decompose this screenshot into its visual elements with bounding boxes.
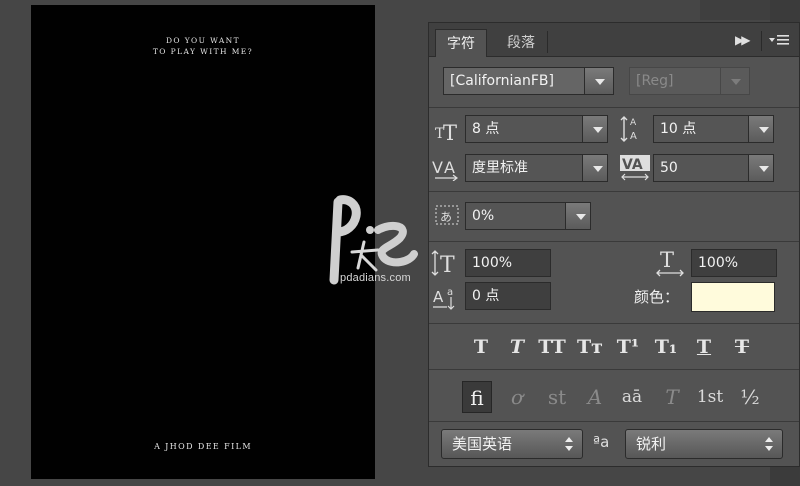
small-caps-button[interactable]: Tт: [573, 332, 607, 362]
toolbar-divider: [761, 31, 762, 51]
tab-paragraph[interactable]: 段落: [495, 29, 547, 57]
double-chevron-right-icon[interactable]: ▶▶: [735, 33, 751, 47]
section-divider: [429, 323, 799, 324]
faux-bold-button[interactable]: T: [464, 332, 498, 362]
poster-footer: A JHOD DEE FILM: [154, 442, 252, 451]
poster-title-line-2: TO PLAY WITH ME?: [152, 47, 254, 56]
updown-arrows-icon: [765, 437, 774, 452]
antialias-select-value: 锐利: [636, 435, 667, 453]
font-size-dropdown-button[interactable]: [582, 115, 608, 143]
svg-text:a: a: [447, 287, 453, 298]
svg-text:あ: あ: [440, 210, 452, 224]
character-panel: 字符 段落 ▶▶ [CalifornianFB] [Reg] T T 8 点 A…: [428, 22, 800, 467]
ordinals-button[interactable]: 1st: [695, 381, 725, 413]
horizontal-scale-icon: T: [656, 248, 684, 277]
stylistic-alternates-button[interactable]: aā: [617, 381, 647, 413]
horizontal-scale-input[interactable]: 100%: [691, 249, 777, 277]
tsume-input[interactable]: 0%: [465, 202, 571, 230]
section-divider: [429, 421, 799, 422]
svg-text:A: A: [444, 158, 455, 177]
tab-divider: [547, 31, 548, 53]
panel-menu-icon[interactable]: [769, 32, 791, 48]
baseline-shift-icon: A a: [433, 287, 455, 310]
superscript-button[interactable]: T¹: [611, 332, 645, 362]
subscript-button[interactable]: T₁: [649, 332, 683, 362]
svg-text:A: A: [630, 131, 637, 142]
underline-button[interactable]: T: [687, 332, 721, 362]
tracking-select[interactable]: 50: [653, 154, 749, 182]
font-family-dropdown-button[interactable]: [584, 67, 614, 95]
poster-title: DO YOU WANT TO PLAY WITH ME?: [31, 35, 375, 57]
baseline-shift-input[interactable]: 0 点: [465, 282, 551, 310]
text-color-swatch[interactable]: [691, 282, 775, 312]
svg-text:T: T: [660, 248, 674, 272]
language-select-value: 美国英语: [452, 435, 513, 453]
font-style-select[interactable]: [Reg]: [629, 67, 721, 95]
text-style-buttons: T T TT Tт T¹ T₁ T T: [459, 332, 779, 362]
fractions-button[interactable]: ½: [735, 381, 765, 413]
svg-text:VA: VA: [622, 157, 643, 173]
vertical-scale-input[interactable]: 100%: [465, 249, 551, 277]
antialias-icon: ªa: [593, 433, 610, 451]
font-family-select[interactable]: [CalifornianFB]: [443, 67, 585, 95]
standard-ligatures-button[interactable]: ﬁ: [462, 381, 492, 413]
leading-icon: A A: [620, 116, 637, 142]
color-label: 颜色：: [634, 288, 680, 306]
font-style-dropdown-button[interactable]: [720, 67, 750, 95]
leading-input[interactable]: 10 点: [653, 115, 749, 143]
contextual-alternates-button[interactable]: ơ: [502, 381, 532, 413]
language-select[interactable]: 美国英语: [441, 429, 583, 459]
swash-button[interactable]: A: [580, 381, 610, 413]
svg-text:A: A: [630, 118, 637, 128]
kerning-icon: V A: [432, 158, 458, 181]
tab-character[interactable]: 字符: [435, 29, 487, 57]
section-divider: [429, 191, 799, 192]
strikethrough-button[interactable]: T: [725, 332, 759, 362]
updown-arrows-icon: [565, 437, 574, 452]
font-size-icon: T T: [435, 121, 457, 142]
kerning-dropdown-button[interactable]: [582, 154, 608, 182]
section-divider: [429, 369, 799, 370]
section-divider: [429, 241, 799, 242]
titling-alternates-button[interactable]: T: [657, 381, 687, 413]
tracking-dropdown-button[interactable]: [748, 154, 774, 182]
antialias-select[interactable]: 锐利: [625, 429, 783, 459]
faux-italic-button[interactable]: T: [500, 332, 534, 362]
svg-text:V: V: [432, 158, 443, 177]
tsume-icon: あ: [435, 205, 459, 225]
vertical-scale-icon: T: [431, 250, 455, 277]
tracking-icon: VA: [620, 155, 650, 181]
svg-text:T: T: [443, 121, 457, 142]
tsume-dropdown-button[interactable]: [565, 202, 591, 230]
svg-text:A: A: [433, 288, 444, 306]
discretionary-ligatures-button[interactable]: st: [542, 381, 572, 413]
font-size-input[interactable]: 8 点: [465, 115, 583, 143]
watermark-url: pdadians.com: [340, 272, 411, 284]
all-caps-button[interactable]: TT: [535, 332, 569, 362]
poster-title-line-1: DO YOU WANT: [165, 36, 241, 45]
opentype-buttons: ﬁ ơ st A aā T 1st ½: [459, 381, 779, 413]
section-divider: [429, 107, 799, 108]
leading-dropdown-button[interactable]: [748, 115, 774, 143]
panel-tab-bar: 字符 段落 ▶▶: [429, 23, 799, 57]
svg-text:T: T: [440, 253, 455, 277]
